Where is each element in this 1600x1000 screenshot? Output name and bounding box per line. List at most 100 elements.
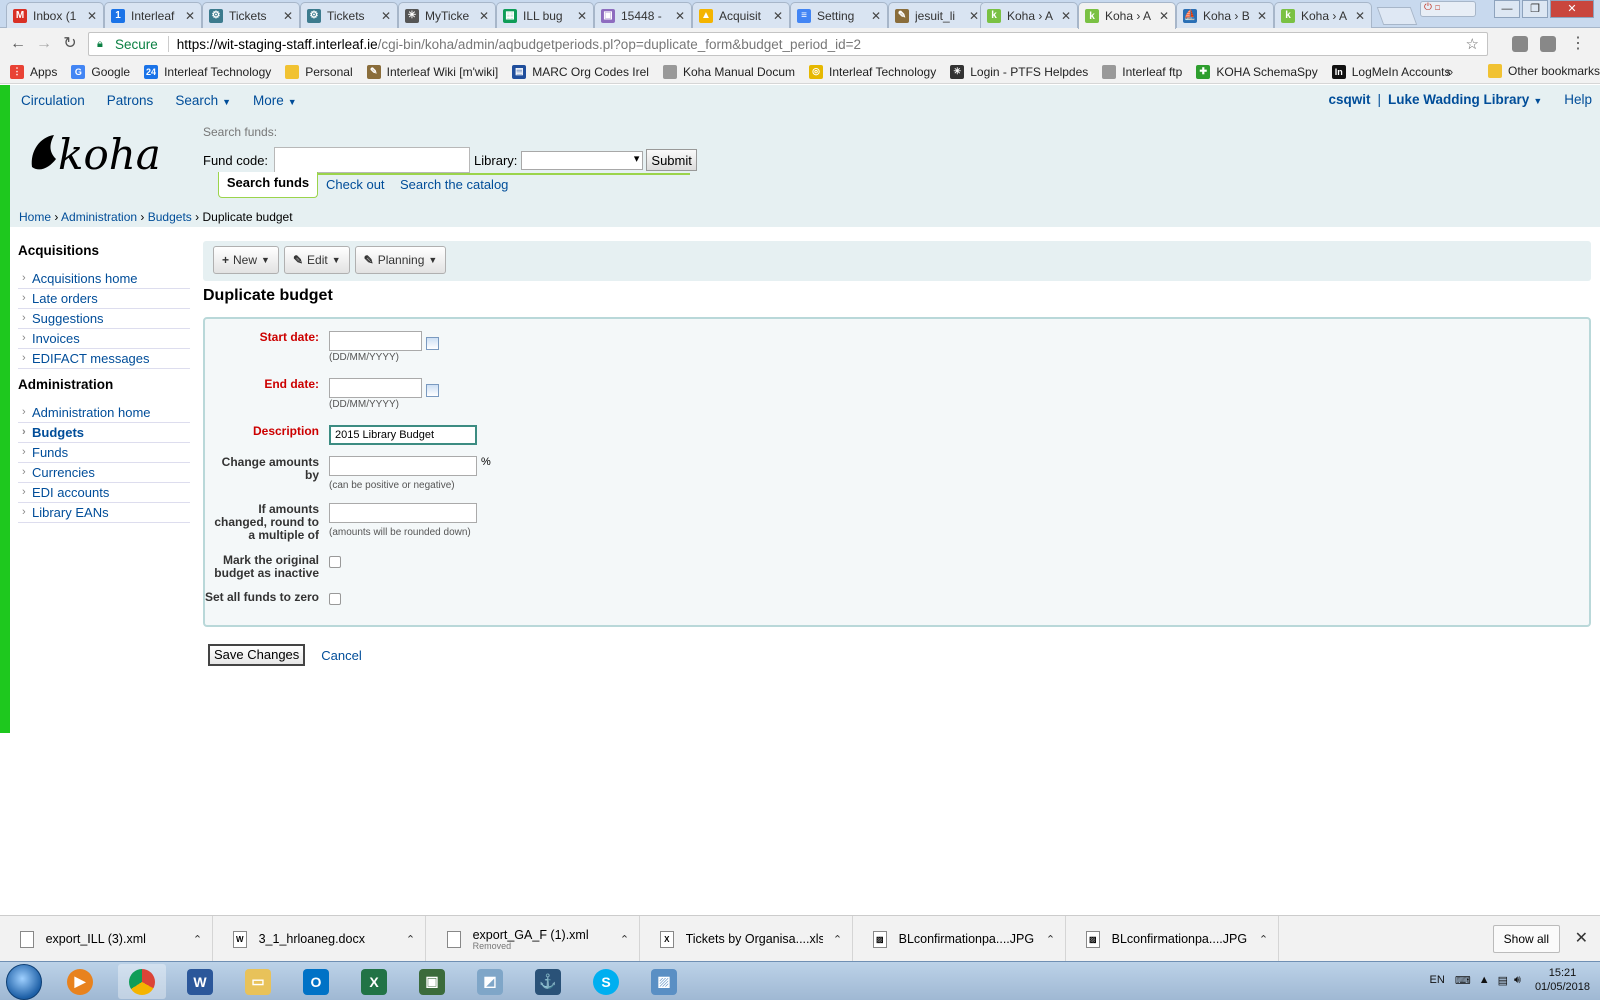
chevron-up-icon[interactable]: ⌃ [610, 933, 639, 946]
browser-tab[interactable]: ✎ jesuit_li ✕ [888, 2, 986, 28]
sidebar-item-invoices[interactable]: Invoices [18, 329, 190, 349]
tray-overflow-icon[interactable]: ▲ [1479, 974, 1490, 986]
sidebar-item-administration-home[interactable]: Administration home [18, 403, 190, 423]
calendar-icon[interactable] [426, 337, 439, 350]
fund-code-input[interactable] [274, 147, 471, 173]
forward-icon[interactable]: → [34, 34, 54, 54]
chrome-icon[interactable] [118, 964, 166, 999]
skype-icon[interactable]: S [582, 964, 630, 999]
close-tab-icon[interactable]: ✕ [577, 9, 587, 23]
tab-check-out[interactable]: Check out [326, 177, 385, 192]
description-input[interactable]: 2015 Library Budget [329, 425, 477, 445]
bookmark-item[interactable]: Personal [285, 64, 353, 79]
close-tab-icon[interactable]: ✕ [773, 9, 783, 23]
browser-tab[interactable]: 1 Interleaf ✕ [104, 2, 202, 28]
cancel-link[interactable]: Cancel [321, 648, 361, 663]
sidebar-item-funds[interactable]: Funds [18, 443, 190, 463]
menu-icon[interactable]: ⋮ [1568, 34, 1588, 54]
nav-circulation[interactable]: Circulation [21, 93, 85, 108]
close-tab-icon[interactable]: ✕ [1257, 9, 1267, 23]
media-player-icon[interactable]: ▶ [56, 964, 104, 999]
minimize-button[interactable]: — [1494, 0, 1520, 18]
save-changes-button[interactable]: Save Changes [208, 644, 306, 666]
nav-more[interactable]: More ▼ [253, 93, 297, 108]
close-tab-icon[interactable]: ✕ [1355, 9, 1365, 23]
browser-tab[interactable]: ⛵ Koha › B ✕ [1176, 2, 1274, 28]
sidebar-item-edifact-messages[interactable]: EDIFACT messages [18, 349, 190, 369]
change-amounts-input[interactable] [329, 456, 477, 476]
bookmark-item[interactable]: ◎ Interleaf Technology [809, 64, 936, 79]
start-button[interactable] [6, 964, 42, 1000]
download-item[interactable]: export_ILL (3).xml ⌃ [0, 916, 213, 962]
close-tab-icon[interactable]: ✕ [1061, 9, 1071, 23]
app-icon[interactable]: ◩ [466, 964, 514, 999]
tab-search-catalog[interactable]: Search the catalog [400, 177, 508, 192]
bookmark-item[interactable]: ✎ Interleaf Wiki [m'wiki] [366, 64, 498, 79]
language-indicator[interactable]: EN [1430, 974, 1445, 986]
chevron-up-icon[interactable]: ⌃ [1249, 933, 1278, 946]
sidebar-item-edi-accounts[interactable]: EDI accounts [18, 483, 190, 503]
library-dropdown[interactable]: Luke Wadding Library ▼ [1388, 92, 1542, 107]
close-tab-icon[interactable]: ✕ [381, 9, 391, 23]
library-select[interactable] [521, 150, 644, 170]
bookmark-item[interactable]: ✚ KOHA SchemaSpy [1196, 64, 1318, 79]
other-bookmarks[interactable]: Other bookmarks [1488, 64, 1600, 78]
reload-icon[interactable]: ↻ [60, 34, 80, 54]
browser-tab[interactable]: k Koha › A ✕ [1274, 2, 1372, 28]
bookmark-item[interactable]: In LogMeIn Accounts [1331, 64, 1450, 79]
show-all-downloads-button[interactable]: Show all [1492, 925, 1560, 953]
close-tab-icon[interactable]: ✕ [969, 9, 979, 23]
koha-logo[interactable]: koha [28, 129, 178, 179]
edit-button[interactable]: ✎ Edit ▼ [283, 246, 350, 274]
close-tab-icon[interactable]: ✕ [479, 9, 489, 23]
browser-tab[interactable]: k Koha › A ✕ [1078, 2, 1176, 29]
browser-tab[interactable]: ▦ ILL bug ✕ [496, 2, 594, 28]
browser-tab[interactable]: ⚙ Tickets ✕ [300, 2, 398, 28]
bookmark-item[interactable]: G Google [71, 64, 130, 79]
download-item[interactable]: ▨ BLconfirmationpa....JPG ⌃ [853, 916, 1066, 962]
clock[interactable]: 15:21 01/05/2018 [1535, 966, 1590, 994]
download-item[interactable]: export_GA_F (1).xml Removed ⌃ [427, 916, 640, 962]
round-amounts-input[interactable] [329, 503, 477, 523]
calendar-icon[interactable] [426, 384, 439, 397]
sidebar-item-suggestions[interactable]: Suggestions [18, 309, 190, 329]
bookmarks-overflow[interactable]: » [1446, 64, 1453, 79]
keyboard-icon[interactable]: ⌨ [1455, 974, 1471, 987]
help-link[interactable]: Help [1564, 92, 1592, 107]
close-window-button[interactable]: ✕ [1550, 0, 1594, 18]
extension-icon[interactable] [1512, 36, 1528, 52]
file-explorer-icon[interactable]: ▭ [234, 964, 282, 999]
browser-tab[interactable]: k Koha › A ✕ [980, 2, 1078, 28]
remote-desktop-icon[interactable]: ▣ [408, 964, 456, 999]
close-tab-icon[interactable]: ✕ [871, 9, 881, 23]
download-item[interactable]: W 3_1_hrloaneg.docx ⌃ [213, 916, 426, 962]
planning-button[interactable]: ✎ Planning ▼ [354, 246, 447, 274]
close-tab-icon[interactable]: ✕ [1159, 9, 1169, 23]
new-tab-button[interactable] [1376, 7, 1418, 25]
browser-tab[interactable]: ≡ Setting ✕ [790, 2, 888, 28]
new-button[interactable]: + New ▼ [213, 246, 279, 274]
sidebar-item-currencies[interactable]: Currencies [18, 463, 190, 483]
sidebar-item-library-eans[interactable]: Library EANs [18, 503, 190, 523]
network-icon[interactable]: ▤ [1498, 974, 1508, 987]
chevron-up-icon[interactable]: ⌃ [823, 933, 852, 946]
browser-tab[interactable]: ⚙ Tickets ✕ [202, 2, 300, 28]
photo-viewer-icon[interactable]: ▨ [640, 964, 688, 999]
bookmark-item[interactable]: 24 Interleaf Technology [144, 64, 271, 79]
logged-in-user[interactable]: csqwit [1329, 92, 1371, 107]
profile-button[interactable]: ⏻ ◻ [1420, 1, 1476, 17]
bookmark-item[interactable]: Interleaf ftp [1102, 64, 1182, 79]
close-tab-icon[interactable]: ✕ [185, 9, 195, 23]
chevron-up-icon[interactable]: ⌃ [396, 933, 425, 946]
download-item[interactable]: ▨ BLconfirmationpa....JPG ⌃ [1066, 916, 1279, 962]
browser-tab[interactable]: M Inbox (1 ✕ [6, 2, 104, 28]
volume-icon[interactable]: 🔊︎ [1514, 974, 1521, 987]
sidebar-item-acquisitions-home[interactable]: Acquisitions home [18, 269, 190, 289]
address-bar[interactable]: 🔒︎ Secure https://wit-staging-staff.inte… [88, 32, 1488, 56]
sidebar-item-budgets[interactable]: Budgets [18, 423, 190, 443]
browser-tab[interactable]: ▣ 15448 - ✕ [594, 2, 692, 28]
submit-button[interactable]: Submit [646, 149, 697, 171]
nav-patrons[interactable]: Patrons [107, 93, 154, 108]
chevron-up-icon[interactable]: ⌃ [1036, 933, 1065, 946]
close-tab-icon[interactable]: ✕ [87, 9, 97, 23]
